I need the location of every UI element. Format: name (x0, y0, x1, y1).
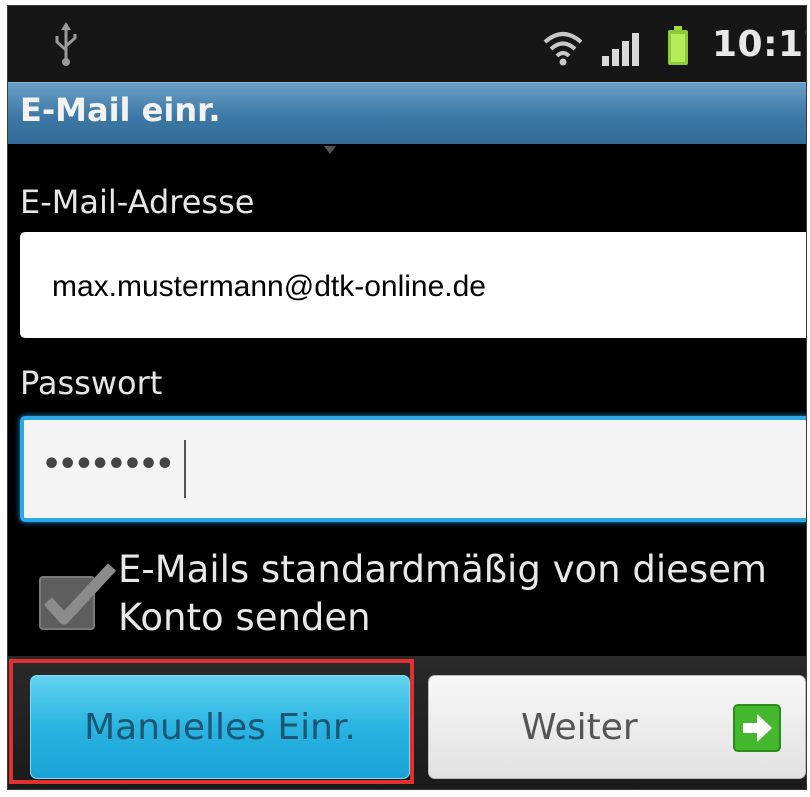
next-button-label: Weiter (521, 707, 638, 748)
signal-icon (602, 33, 639, 66)
text-cursor (184, 440, 186, 498)
password-value: •••••••• (42, 447, 174, 482)
status-bar: 10:17 (8, 6, 806, 82)
email-field[interactable]: max.mustermann@dtk-online.de (20, 232, 806, 338)
default-account-checkbox[interactable] (38, 561, 116, 631)
next-button[interactable]: Weiter (428, 675, 806, 779)
battery-icon (668, 26, 688, 65)
email-label: E-Mail-Adresse (20, 183, 255, 221)
password-field[interactable]: •••••••• (20, 416, 806, 522)
usb-icon (55, 22, 77, 66)
default-account-label: E-Mails standardmäßig von diesem Konto s… (118, 548, 767, 639)
arrow-right-icon (733, 704, 781, 752)
title-bar: E-Mail einr. (8, 82, 806, 144)
wifi-icon (543, 32, 583, 66)
status-clock: 10:17 (712, 24, 806, 65)
password-label: Passwort (20, 364, 163, 402)
email-value: max.mustermann@dtk-online.de (52, 270, 486, 303)
scroll-indicator-icon (324, 146, 336, 154)
highlight-annotation (9, 659, 414, 784)
page-title: E-Mail einr. (20, 91, 221, 129)
